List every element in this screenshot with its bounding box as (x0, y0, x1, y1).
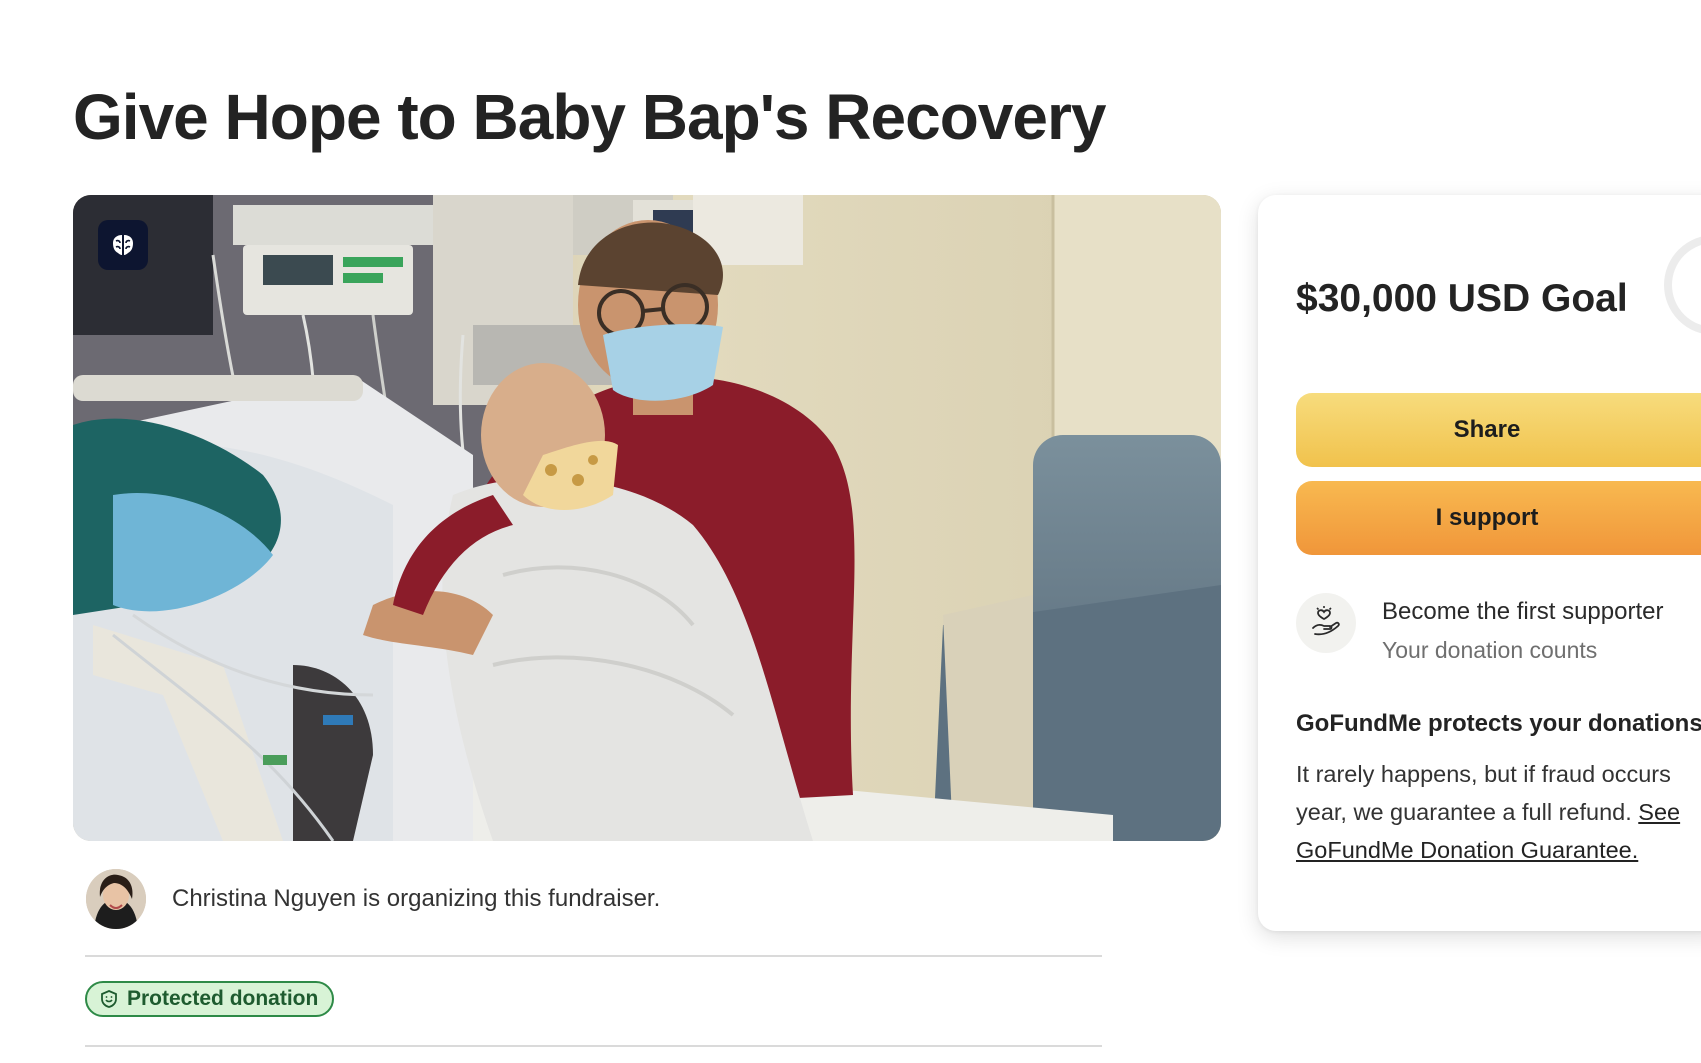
shield-icon (99, 989, 119, 1009)
support-button[interactable]: I support (1296, 481, 1701, 555)
avatar[interactable] (86, 869, 146, 929)
share-button[interactable]: Share (1296, 393, 1701, 467)
avatar-image (86, 869, 146, 929)
protection-body: It rarely happens, but if fraud occurs y… (1296, 755, 1701, 869)
first-supporter-row: Become the first supporter Your donation… (1296, 593, 1663, 669)
first-supporter-title: Become the first supporter (1382, 598, 1664, 625)
divider (85, 1045, 1102, 1047)
progress-ring (1664, 235, 1701, 335)
guarantee-link[interactable]: GoFundMe Donation Guarantee. (1296, 837, 1638, 863)
page-title: Give Hope to Baby Bap's Recovery (73, 81, 1106, 153)
first-supporter-subtitle: Your donation counts (1382, 637, 1598, 663)
goal-amount: $30,000 USD Goal (1296, 277, 1628, 320)
protected-donation-label: Protected donation (127, 987, 319, 1010)
protection-line-1: It rarely happens, but if fraud occurs (1296, 761, 1671, 787)
campaign-photo[interactable] (73, 195, 1221, 841)
brain-icon[interactable] (98, 220, 148, 270)
hospital-photo (73, 195, 1221, 841)
protection-line-3: GoFundMe Donation Guarantee. (1296, 831, 1701, 869)
protection-line-2: year, we guarantee a full refund. See (1296, 793, 1701, 831)
divider (85, 955, 1102, 957)
brain-glyph (113, 235, 133, 255)
share-button-label: Share (1453, 416, 1521, 443)
hand-heart-icon (1296, 593, 1356, 653)
guarantee-link-see[interactable]: See (1638, 799, 1680, 825)
protection-line-2-text: year, we guarantee a full refund. (1296, 799, 1639, 825)
support-button-label: I support (1435, 504, 1539, 531)
protection-heading: GoFundMe protects your donations (1296, 710, 1701, 737)
first-supporter-text: Become the first supporter Your donation… (1382, 593, 1663, 669)
donation-sidebar-card: $30,000 USD Goal Share I support Become … (1258, 195, 1701, 931)
organizer-row: Christina Nguyen is organizing this fund… (86, 868, 660, 930)
organizer-text: Christina Nguyen is organizing this fund… (172, 885, 661, 912)
protected-donation-badge[interactable]: Protected donation (85, 981, 335, 1017)
